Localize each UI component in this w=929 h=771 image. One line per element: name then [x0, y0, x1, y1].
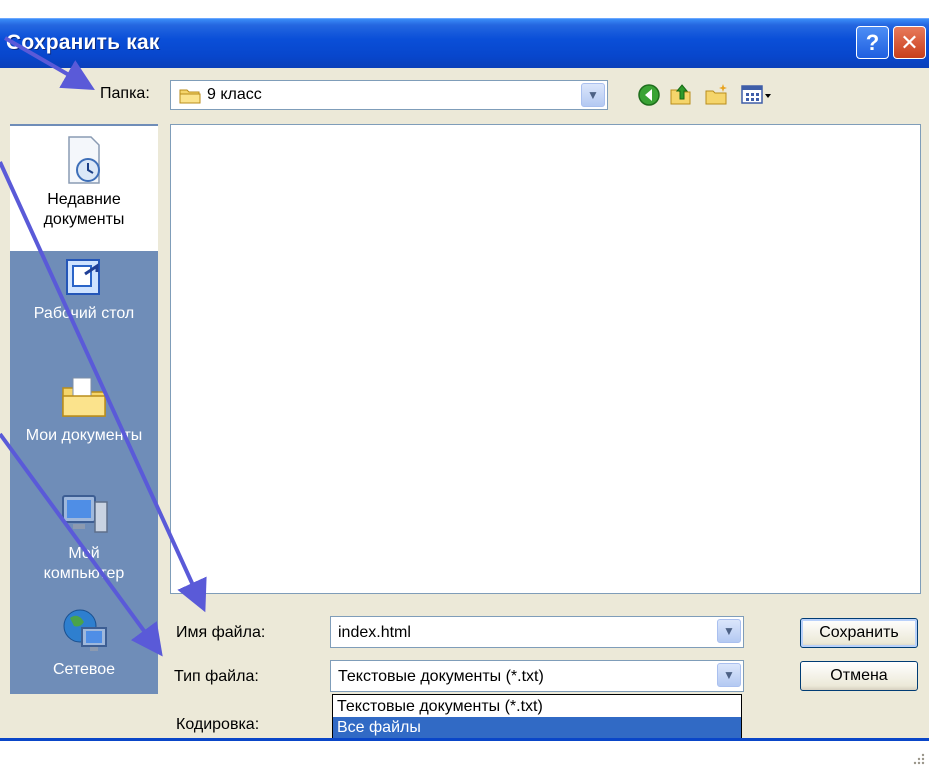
- place-recent-documents[interactable]: Недавние документы: [10, 126, 158, 251]
- place-my-computer[interactable]: Мой компьютер: [10, 492, 158, 592]
- window-title: Сохранить как: [6, 31, 160, 54]
- folder-value: 9 класс: [207, 86, 262, 103]
- recent-documents-icon: [68, 136, 100, 184]
- new-folder-icon[interactable]: [704, 82, 730, 108]
- place-label-network: Сетевое: [52, 661, 116, 678]
- encoding-label: Кодировка:: [176, 716, 260, 733]
- folder-dropdown-button[interactable]: ▼: [581, 83, 605, 107]
- folder-label: Папка:: [100, 85, 150, 102]
- place-label-desktop: Рабочий стол: [33, 305, 135, 322]
- filename-label: Имя файла:: [176, 624, 266, 641]
- place-label-recent: Недавние документы: [43, 191, 125, 228]
- filetype-options-list: Текстовые документы (*.txt) Все файлы: [332, 694, 742, 740]
- screenshot-stage: Сохранить как ? ✕ Папка: 9 класс ▼ Недав…: [0, 0, 929, 771]
- cancel-button[interactable]: Отмена: [800, 661, 918, 691]
- filetype-dropdown-button[interactable]: ▼: [717, 663, 741, 687]
- filetype-option[interactable]: Текстовые документы (*.txt): [333, 696, 741, 717]
- folder-select[interactable]: 9 класс ▼: [170, 80, 608, 110]
- network-icon: [63, 609, 107, 651]
- dialog-bottom-border: [0, 738, 929, 741]
- filename-input[interactable]: index.html ▼: [330, 616, 744, 648]
- up-folder-icon[interactable]: [668, 82, 694, 108]
- place-label-my-documents: Мои документы: [25, 427, 143, 444]
- filename-value: index.html: [338, 624, 411, 641]
- close-button[interactable]: ✕: [893, 26, 926, 59]
- back-icon[interactable]: [636, 82, 662, 108]
- place-my-documents[interactable]: Мои документы: [10, 370, 158, 470]
- place-label-my-computer: Мой компьютер: [43, 545, 125, 582]
- filetype-option-selected[interactable]: Все файлы: [333, 717, 741, 738]
- title-bar[interactable]: Сохранить как ? ✕: [0, 18, 929, 69]
- my-computer-icon: [62, 495, 108, 533]
- file-list[interactable]: [170, 124, 921, 594]
- filetype-value: Текстовые документы (*.txt): [338, 668, 544, 685]
- place-desktop[interactable]: Рабочий стол: [10, 252, 158, 342]
- filetype-select[interactable]: Текстовые документы (*.txt) ▼: [330, 660, 744, 692]
- filetype-label: Тип файла:: [174, 668, 259, 685]
- desktop-icon: [66, 259, 100, 295]
- resize-grip-icon[interactable]: [912, 752, 926, 766]
- folder-icon: [179, 89, 201, 104]
- place-network[interactable]: Сетевое: [10, 606, 158, 690]
- help-button[interactable]: ?: [856, 26, 889, 59]
- save-button[interactable]: Сохранить: [800, 618, 918, 648]
- my-documents-icon: [62, 377, 106, 417]
- filename-dropdown-button[interactable]: ▼: [717, 619, 741, 643]
- bottom-area: [0, 738, 929, 771]
- views-menu-icon[interactable]: [740, 82, 774, 108]
